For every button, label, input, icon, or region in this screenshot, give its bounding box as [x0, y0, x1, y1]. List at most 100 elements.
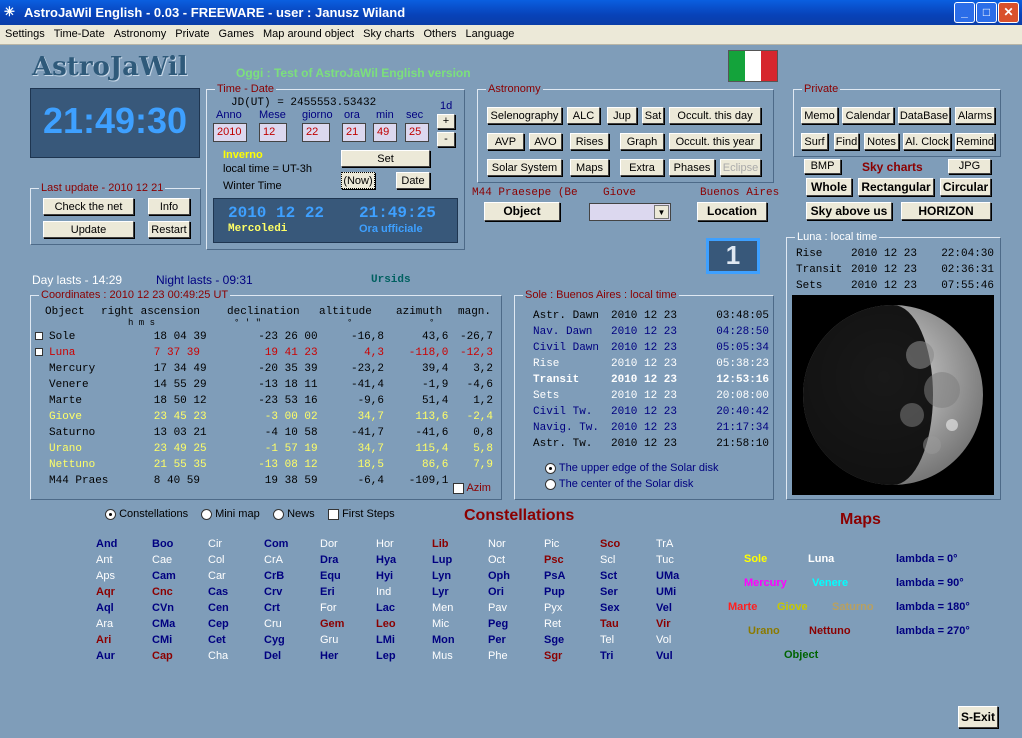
sat-button[interactable]: Sat — [642, 107, 664, 124]
calendar-button[interactable]: Calendar — [842, 107, 894, 124]
map-marte[interactable]: Marte — [728, 601, 757, 613]
constellation-link[interactable]: Vel — [656, 602, 679, 618]
constellation-link[interactable]: CMa — [152, 618, 176, 634]
sky-above-us-button[interactable]: Sky above us — [806, 202, 892, 220]
constellation-link[interactable]: Lyn — [432, 570, 455, 586]
map-urano[interactable]: Urano — [748, 625, 780, 637]
constellation-link[interactable]: Ari — [96, 634, 117, 650]
constellation-link[interactable]: Lib — [432, 538, 455, 554]
find-button[interactable]: Find — [834, 133, 859, 150]
decrement-button[interactable]: - — [437, 132, 455, 147]
constellation-link[interactable]: Oph — [488, 570, 510, 586]
constellation-link[interactable]: Car — [208, 570, 229, 586]
constellation-link[interactable]: Tuc — [656, 554, 679, 570]
constellation-link[interactable]: Oct — [488, 554, 510, 570]
azim-checkbox[interactable]: Azim — [453, 482, 491, 494]
map-saturno[interactable]: Saturno — [832, 601, 874, 613]
exit-button[interactable]: S-Exit — [958, 706, 998, 728]
menu-settings[interactable]: Settings — [0, 25, 49, 40]
constellation-link[interactable]: Ind — [376, 586, 396, 602]
constellation-link[interactable]: Phe — [488, 650, 510, 666]
constellation-link[interactable]: Pav — [488, 602, 510, 618]
constellation-link[interactable]: Pup — [544, 586, 565, 602]
close-button[interactable]: ✕ — [998, 2, 1019, 23]
constellation-link[interactable]: Nor — [488, 538, 510, 554]
now-button[interactable]: (Now) — [341, 172, 375, 189]
year-input[interactable]: 2010 — [213, 123, 247, 142]
constellation-link[interactable]: Tri — [600, 650, 620, 666]
constellation-link[interactable]: Aur — [96, 650, 117, 666]
avp-button[interactable]: AVP — [487, 133, 524, 150]
map-giove[interactable]: Giove — [777, 601, 808, 613]
constellation-link[interactable]: Lup — [432, 554, 455, 570]
constellation-link[interactable]: Gru — [320, 634, 344, 650]
constellation-link[interactable]: TrA — [656, 538, 679, 554]
constellation-link[interactable]: Dra — [320, 554, 344, 570]
phases-button[interactable]: Phases — [669, 159, 715, 176]
constellation-link[interactable]: Cae — [152, 554, 176, 570]
constellation-link[interactable]: Crt — [264, 602, 288, 618]
alarms-button[interactable]: Alarms — [955, 107, 995, 124]
rectangular-button[interactable]: Rectangular — [858, 178, 934, 196]
constellation-link[interactable]: CMi — [152, 634, 176, 650]
notes-button[interactable]: Notes — [864, 133, 899, 150]
constellation-link[interactable]: Mon — [432, 634, 455, 650]
constellation-link[interactable]: UMa — [656, 570, 679, 586]
constellation-link[interactable]: Per — [488, 634, 510, 650]
date-button[interactable]: Date — [396, 172, 430, 189]
remind-button[interactable]: Remind — [955, 133, 995, 150]
menu-map-around-object[interactable]: Map around object — [258, 25, 358, 40]
constellation-link[interactable]: Eri — [320, 586, 344, 602]
map-mercury[interactable]: Mercury — [744, 577, 787, 589]
map-venere[interactable]: Venere — [812, 577, 848, 589]
chevron-down-icon[interactable]: ▼ — [654, 205, 669, 219]
constellation-link[interactable]: Ret — [544, 618, 565, 634]
planet-select[interactable]: ▼ — [589, 203, 671, 221]
maps-button[interactable]: Maps — [570, 159, 609, 176]
rises-button[interactable]: Rises — [570, 133, 609, 150]
constellation-link[interactable]: For — [320, 602, 344, 618]
constellation-link[interactable]: Cir — [208, 538, 229, 554]
surf-button[interactable]: Surf — [801, 133, 828, 150]
constellation-link[interactable]: Lep — [376, 650, 396, 666]
constellation-link[interactable]: Lac — [376, 602, 396, 618]
constellation-link[interactable]: Psc — [544, 554, 565, 570]
constellation-link[interactable]: CVn — [152, 602, 176, 618]
constellation-link[interactable]: Sco — [600, 538, 620, 554]
tab-news[interactable]: News — [273, 508, 315, 520]
constellation-link[interactable]: Peg — [488, 618, 510, 634]
constellation-link[interactable]: Ori — [488, 586, 510, 602]
constellation-link[interactable]: Boo — [152, 538, 176, 554]
constellation-link[interactable]: Tau — [600, 618, 620, 634]
constellation-link[interactable]: Vir — [656, 618, 679, 634]
constellation-link[interactable]: Hya — [376, 554, 396, 570]
minimize-button[interactable]: _ — [954, 2, 975, 23]
check-net-button[interactable]: Check the net — [43, 198, 134, 215]
constellation-link[interactable]: Pic — [544, 538, 565, 554]
constellation-link[interactable]: Cen — [208, 602, 229, 618]
constellation-link[interactable]: Sgr — [544, 650, 565, 666]
constellation-link[interactable]: Dor — [320, 538, 344, 554]
menu-others[interactable]: Others — [418, 25, 460, 40]
database-button[interactable]: DataBase — [898, 107, 950, 124]
alarm-clock-button[interactable]: Al. Clock — [903, 133, 951, 150]
constellation-link[interactable]: Hyi — [376, 570, 396, 586]
horizon-button[interactable]: HORIZON — [901, 202, 991, 220]
minute-input[interactable]: 49 — [373, 123, 397, 142]
center-disk-radio[interactable]: The center of the Solar disk — [545, 478, 693, 490]
bmp-button[interactable]: BMP — [804, 159, 841, 174]
constellation-link[interactable]: Crv — [264, 586, 288, 602]
solar-system-button[interactable]: Solar System — [487, 159, 562, 176]
graph-button[interactable]: Graph — [620, 133, 664, 150]
constellation-link[interactable]: Leo — [376, 618, 396, 634]
extra-button[interactable]: Extra — [620, 159, 664, 176]
constellation-link[interactable]: Pyx — [544, 602, 565, 618]
upper-edge-radio[interactable]: The upper edge of the Solar disk — [545, 462, 718, 474]
menu-time-date[interactable]: Time-Date — [49, 25, 109, 40]
second-input[interactable]: 25 — [405, 123, 429, 142]
constellation-link[interactable]: Men — [432, 602, 455, 618]
alc-button[interactable]: ALC — [567, 107, 600, 124]
constellation-link[interactable]: Ara — [96, 618, 117, 634]
update-button[interactable]: Update — [43, 221, 134, 238]
map-luna[interactable]: Luna — [808, 553, 834, 565]
